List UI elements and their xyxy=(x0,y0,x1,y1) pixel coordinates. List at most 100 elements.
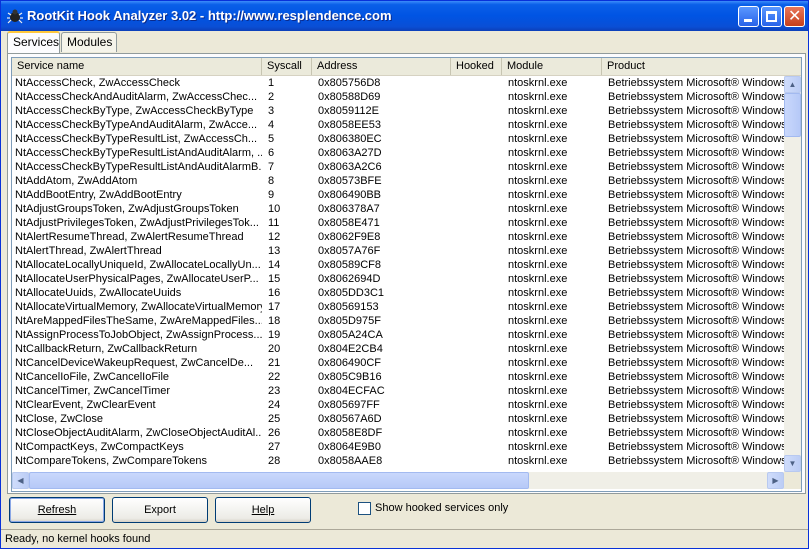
help-button[interactable]: Help xyxy=(215,497,311,523)
table-row[interactable]: NtClose, ZwClose 25 0x80567A6D ntoskrnl.exe… xyxy=(12,412,784,426)
horizontal-scroll-thumb[interactable] xyxy=(29,472,529,489)
table-row[interactable]: NtCancelTimer, ZwCancelTimer 23 0x804ECFAC… xyxy=(12,384,784,398)
cell-product: Betriebssystem Microsoft® Windows® xyxy=(608,217,784,229)
table-row[interactable]: NtClearEvent, ZwClearEvent 24 0x805697FF nt… xyxy=(12,398,784,412)
cell-address: 0x805756D8 xyxy=(318,77,381,89)
table-row[interactable]: NtCancelIoFile, ZwCancelIoFile 22 0x805C9B… xyxy=(12,370,784,384)
cell-hooked xyxy=(454,76,504,90)
cell-hooked xyxy=(454,258,504,272)
table-row[interactable]: NtCancelDeviceWakeupRequest, ZwCancelDe.… xyxy=(12,356,784,370)
cell-product: Betriebssystem Microsoft® Windows® xyxy=(608,315,784,327)
table-row[interactable]: NtAreMappedFilesTheSame, ZwAreMappedFile… xyxy=(12,314,784,328)
bug-icon xyxy=(7,9,23,24)
cell-hooked xyxy=(454,104,504,118)
cell-module: ntoskrnl.exe xyxy=(508,371,568,383)
scroll-right-button[interactable]: ▶ xyxy=(767,472,784,489)
cell-product: Betriebssystem Microsoft® Windows® xyxy=(608,329,784,341)
cell-service-name: NtAreMappedFilesTheSame, ZwAreMappedFile… xyxy=(15,315,262,327)
table-row[interactable]: NtAlertResumeThread, ZwAlertResumeThread… xyxy=(12,230,784,244)
refresh-button[interactable]: Refresh xyxy=(9,497,105,523)
tab-services[interactable]: Services xyxy=(7,31,60,53)
column-header-module[interactable]: Module xyxy=(502,58,602,75)
tab-services-label: Services xyxy=(13,35,60,49)
table-row[interactable]: NtAssignProcessToJobObject, ZwAssignProc… xyxy=(12,328,784,342)
cell-hooked xyxy=(454,286,504,300)
cell-module: ntoskrnl.exe xyxy=(508,301,568,313)
cell-module: ntoskrnl.exe xyxy=(508,119,568,131)
horizontal-scrollbar[interactable]: ◀ ▶ xyxy=(12,472,784,489)
column-header-hooked[interactable]: Hooked xyxy=(451,58,502,75)
table-header: Service name Syscall Address Hooked Modu… xyxy=(12,58,801,76)
column-header-service-name[interactable]: Service name xyxy=(12,58,262,75)
scroll-up-button[interactable]: ▲ xyxy=(784,76,801,93)
table-row[interactable]: NtCallbackReturn, ZwCallbackReturn 20 0x80… xyxy=(12,342,784,356)
table-row[interactable]: NtCompactKeys, ZwCompactKeys 27 0x8064E9B0… xyxy=(12,440,784,454)
services-table[interactable]: Service name Syscall Address Hooked Modu… xyxy=(11,57,802,492)
minimize-button[interactable] xyxy=(738,6,759,27)
cell-address: 0x804E2CB4 xyxy=(318,343,383,355)
cell-syscall: 21 xyxy=(268,357,281,369)
cell-product: Betriebssystem Microsoft® Windows® xyxy=(608,147,784,159)
cell-address: 0x8058EE53 xyxy=(318,119,381,131)
export-button[interactable]: Export xyxy=(112,497,208,523)
column-header-product[interactable]: Product xyxy=(602,58,801,75)
cell-syscall: 22 xyxy=(268,371,281,383)
close-button[interactable]: ✕ xyxy=(784,6,805,27)
table-row[interactable]: NtAddBootEntry, ZwAddBootEntry 9 0x806490B… xyxy=(12,188,784,202)
vertical-scrollbar[interactable]: ▲ ▼ xyxy=(784,76,801,472)
scroll-left-button[interactable]: ◀ xyxy=(12,472,29,489)
cell-address: 0x805A24CA xyxy=(318,329,383,341)
table-row[interactable]: NtAdjustPrivilegesToken, ZwAdjustPrivile… xyxy=(12,216,784,230)
table-row[interactable]: NtAccessCheckByTypeResultList, ZwAccessC… xyxy=(12,132,784,146)
cell-service-name: NtAllocateUserPhysicalPages, ZwAllocateU… xyxy=(15,273,259,285)
table-row[interactable]: NtAccessCheckAndAuditAlarm, ZwAccessChec… xyxy=(12,90,784,104)
cell-hooked xyxy=(454,454,504,468)
cell-product: Betriebssystem Microsoft® Windows® xyxy=(608,441,784,453)
show-hooked-label[interactable]: Show hooked services only xyxy=(375,502,508,515)
table-row[interactable]: NtAccessCheck, ZwAccessCheck 1 0x805756D8 n… xyxy=(12,76,784,90)
table-row[interactable]: NtAddAtom, ZwAddAtom 8 0x80573BFE ntoskrnl.… xyxy=(12,174,784,188)
table-row[interactable]: NtAlertThread, ZwAlertThread 13 0x8057A76F… xyxy=(12,244,784,258)
table-row[interactable]: NtAllocateUuids, ZwAllocateUuids 16 0x805D… xyxy=(12,286,784,300)
cell-hooked xyxy=(454,356,504,370)
services-panel: Service name Syscall Address Hooked Modu… xyxy=(7,53,806,494)
table-row[interactable]: NtAllocateLocallyUniqueId, ZwAllocateLoc… xyxy=(12,258,784,272)
table-row[interactable]: NtAccessCheckByTypeResultListAndAuditAla… xyxy=(12,146,784,160)
cell-hooked xyxy=(454,328,504,342)
table-row[interactable]: NtAdjustGroupsToken, ZwAdjustGroupsToken… xyxy=(12,202,784,216)
cell-hooked xyxy=(454,370,504,384)
cell-syscall: 19 xyxy=(268,329,281,341)
cell-service-name: NtCloseObjectAuditAlarm, ZwCloseObjectAu… xyxy=(15,427,262,439)
vertical-scroll-thumb[interactable] xyxy=(784,93,801,137)
status-bar: Ready, no kernel hooks found xyxy=(1,529,808,548)
column-header-syscall[interactable]: Syscall xyxy=(262,58,312,75)
cell-address: 0x804ECFAC xyxy=(318,385,385,397)
cell-syscall: 7 xyxy=(268,161,275,173)
export-button-label: Export xyxy=(144,504,176,516)
tab-modules[interactable]: Modules xyxy=(61,32,117,52)
table-row[interactable]: NtAccessCheckByTypeAndAuditAlarm, ZwAcce… xyxy=(12,118,784,132)
show-hooked-checkbox[interactable] xyxy=(358,502,371,515)
cell-syscall: 27 xyxy=(268,441,281,453)
scroll-down-button[interactable]: ▼ xyxy=(784,455,801,472)
cell-address: 0x8058E471 xyxy=(318,217,380,229)
table-row[interactable]: NtAllocateVirtualMemory, ZwAllocateVirtu… xyxy=(12,300,784,314)
cell-product: Betriebssystem Microsoft® Windows® xyxy=(608,385,784,397)
cell-hooked xyxy=(454,90,504,104)
cell-service-name: NtAccessCheckAndAuditAlarm, ZwAccessChec… xyxy=(15,91,258,103)
title-bar[interactable]: RootKit Hook Analyzer 3.02 - http://www.… xyxy=(1,1,808,31)
cell-service-name: NtAlertResumeThread, ZwAlertResumeThread xyxy=(15,231,244,243)
help-button-label: Help xyxy=(251,504,275,516)
table-row[interactable]: NtCompareTokens, ZwCompareTokens 28 0x8058… xyxy=(12,454,784,468)
table-row[interactable]: NtAllocateUserPhysicalPages, ZwAllocateU… xyxy=(12,272,784,286)
tab-modules-label: Modules xyxy=(67,35,113,49)
column-header-address[interactable]: Address xyxy=(312,58,451,75)
table-row[interactable]: NtCloseObjectAuditAlarm, ZwCloseObjectAu… xyxy=(12,426,784,440)
maximize-button[interactable] xyxy=(761,6,782,27)
table-row[interactable]: NtAccessCheckByTypeResultListAndAuditAla… xyxy=(12,160,784,174)
cell-module: ntoskrnl.exe xyxy=(508,343,568,355)
cell-module: ntoskrnl.exe xyxy=(508,441,568,453)
table-row[interactable]: NtAccessCheckByType, ZwAccessCheckByType… xyxy=(12,104,784,118)
cell-address: 0x806490CF xyxy=(318,357,381,369)
cell-module: ntoskrnl.exe xyxy=(508,413,568,425)
